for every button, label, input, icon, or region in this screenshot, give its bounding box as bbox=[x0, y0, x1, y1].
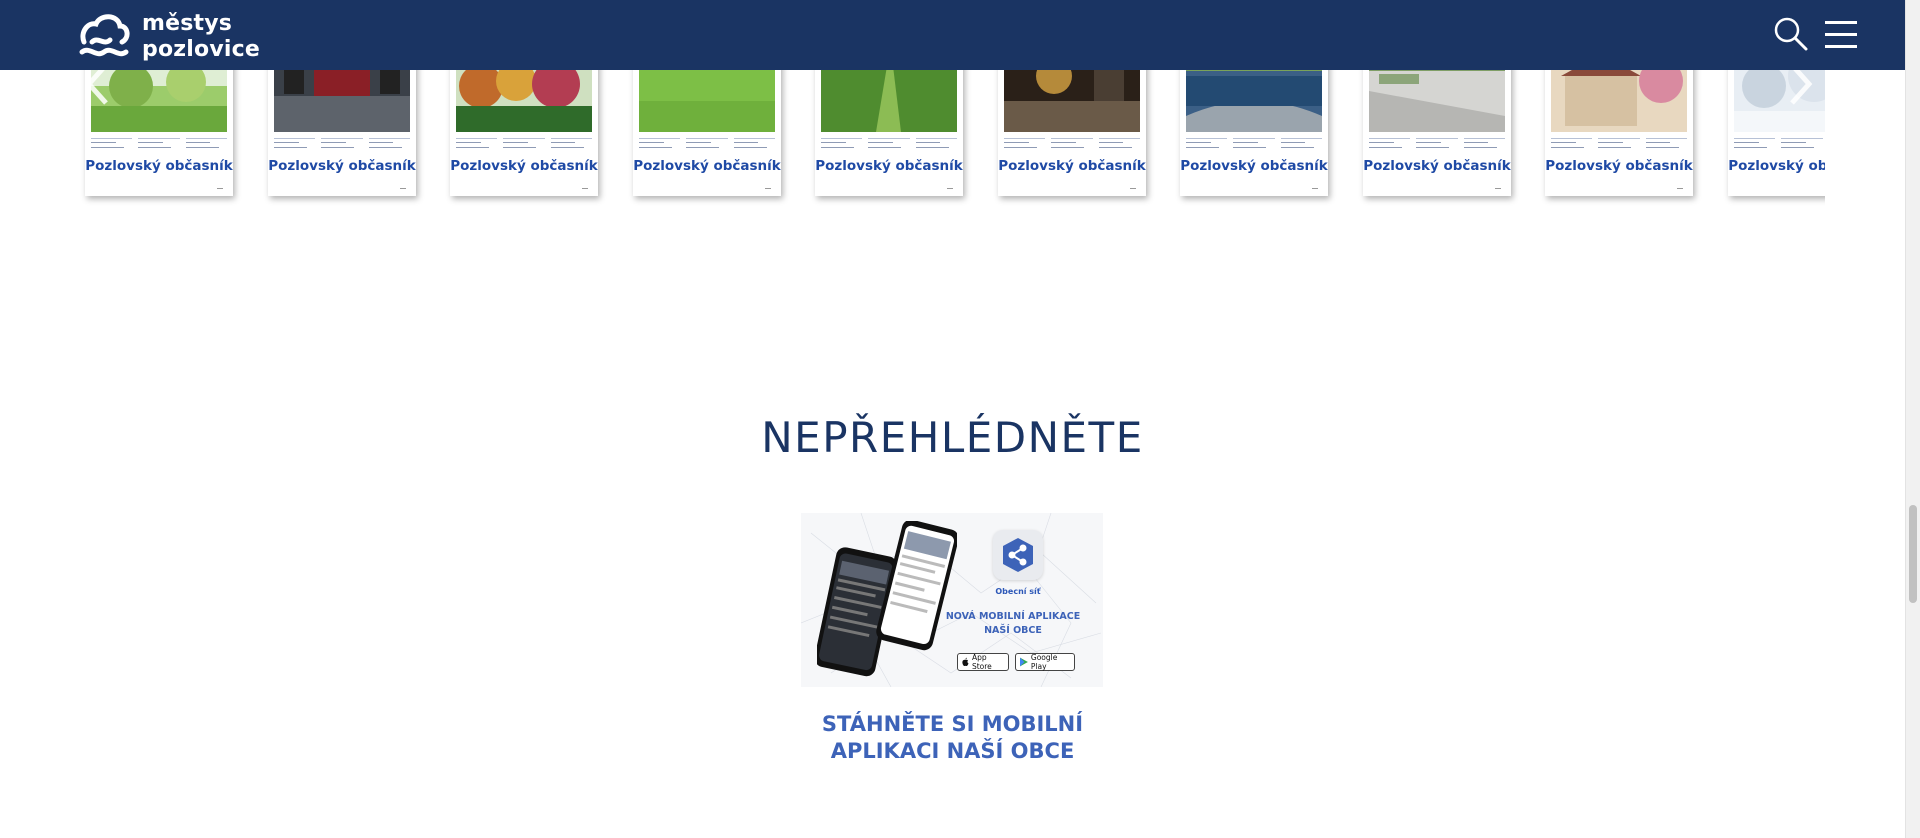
apple-icon bbox=[962, 657, 969, 667]
cover-columns bbox=[1369, 136, 1505, 150]
cover-columns bbox=[91, 136, 227, 150]
caption-line1: STÁHNĚTE SI MOBILNÍ bbox=[821, 712, 1084, 736]
logo-text-line1: městys bbox=[142, 11, 233, 36]
google-play-badge[interactable]: Google Play bbox=[1015, 653, 1075, 671]
mobile-app-banner[interactable]: Obecní síť NOVÁ MOBILNÍ APLIKACE NAŠÍ OB… bbox=[801, 513, 1103, 687]
search-button[interactable] bbox=[1773, 16, 1809, 57]
cover-columns bbox=[1004, 136, 1140, 150]
page-scrollbar[interactable] bbox=[1905, 0, 1920, 838]
banner-text: NOVÁ MOBILNÍ APLIKACE NAŠÍ OBCE bbox=[943, 610, 1083, 638]
phones-illustration bbox=[817, 521, 957, 677]
page-number bbox=[1495, 188, 1501, 189]
logo[interactable]: městys pozlovice bbox=[78, 11, 260, 63]
newsletter-title: Pozlovský občasník bbox=[1363, 158, 1511, 174]
menu-button[interactable] bbox=[1824, 16, 1858, 57]
app-logo bbox=[993, 530, 1043, 580]
caption-line2: APLIKACI NAŠÍ OBCE bbox=[830, 739, 1075, 763]
newsletter-title: Pozlovský občasník bbox=[85, 158, 233, 174]
newsletter-title: Pozlovský občasník bbox=[268, 158, 416, 174]
page-number bbox=[765, 188, 771, 189]
cover-columns bbox=[821, 136, 957, 150]
page-number bbox=[217, 188, 223, 189]
cover-columns bbox=[1186, 136, 1322, 150]
app-download-link[interactable]: STÁHNĚTE SI MOBILNÍ APLIKACI NAŠÍ OBCE bbox=[0, 711, 1905, 765]
newsletter-title: Pozlovský občasník bbox=[1180, 158, 1328, 174]
scrollbar-thumb[interactable] bbox=[1909, 505, 1917, 603]
google-play-icon bbox=[1020, 657, 1028, 667]
newsletter-title: Pozlovský občasník bbox=[633, 158, 781, 174]
page-number bbox=[1677, 188, 1683, 189]
newsletter-title: Pozlovský občasník bbox=[450, 158, 598, 174]
page-number bbox=[582, 188, 588, 189]
section-title: NEPŘEHLÉDNĚTE bbox=[761, 413, 1144, 462]
cover-columns bbox=[1551, 136, 1687, 150]
google-play-label: Google Play bbox=[1030, 653, 1058, 671]
newsletter-title: Pozlovský občasník bbox=[815, 158, 963, 174]
site-header: městys pozlovice bbox=[0, 0, 1905, 70]
menu-icon bbox=[1825, 21, 1857, 48]
cover-columns bbox=[274, 136, 410, 150]
cover-columns bbox=[456, 136, 592, 150]
page-number bbox=[947, 188, 953, 189]
app-store-label: App Store bbox=[971, 653, 992, 671]
search-icon bbox=[1774, 17, 1808, 51]
logo-icon bbox=[79, 14, 130, 57]
app-name: Obecní síť bbox=[995, 587, 1041, 596]
share-icon bbox=[1003, 538, 1033, 572]
banner-line1: NOVÁ MOBILNÍ APLIKACE bbox=[945, 611, 1081, 622]
banner-line2: NAŠÍ OBCE bbox=[984, 625, 1042, 636]
cover-columns bbox=[639, 136, 775, 150]
logo-text-line2: pozlovice bbox=[142, 37, 260, 62]
page-number bbox=[1312, 188, 1318, 189]
cover-columns bbox=[1734, 136, 1825, 150]
page-number bbox=[400, 188, 406, 189]
page-number bbox=[1130, 188, 1136, 189]
newsletter-title: Pozlovský občasník bbox=[1728, 158, 1825, 174]
newsletter-title: Pozlovský občasník bbox=[1545, 158, 1693, 174]
app-store-badge[interactable]: App Store bbox=[957, 653, 1009, 671]
newsletter-title: Pozlovský občasník bbox=[998, 158, 1146, 174]
